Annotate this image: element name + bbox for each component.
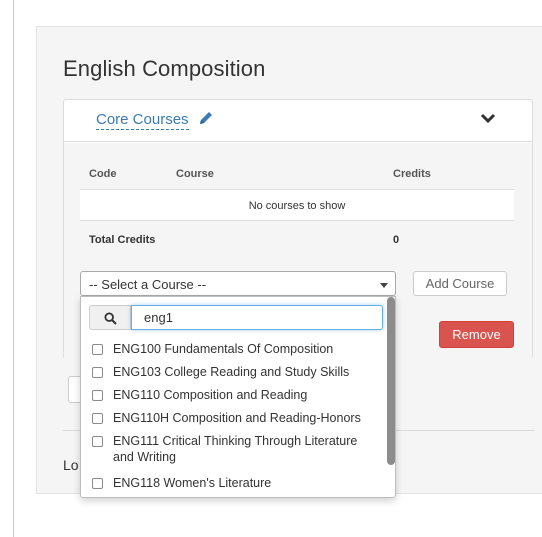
option-label: ENG118 Women's Literature — [113, 476, 272, 490]
option-label: ENG110H Composition and Reading-Honors — [113, 411, 361, 425]
search-icon — [104, 312, 117, 325]
program-title: English Composition — [63, 56, 266, 81]
remove-button[interactable]: Remove — [439, 321, 514, 348]
option-checkbox[interactable] — [92, 478, 103, 489]
course-dropdown: ENG100 Fundamentals Of Composition ENG10… — [80, 296, 396, 498]
section-name-link[interactable]: Core Courses — [96, 111, 189, 130]
column-header-credits: Credits — [393, 168, 431, 180]
option-label: ENG110 Composition and Reading — [113, 388, 308, 402]
total-credits-label: Total Credits — [89, 234, 156, 246]
search-addon — [89, 305, 131, 330]
option-label: ENG100 Fundamentals Of Composition — [113, 342, 334, 356]
total-credits-value: 0 — [393, 234, 400, 246]
option-checkbox[interactable] — [92, 413, 103, 424]
dropdown-scrollbar[interactable] — [387, 297, 395, 465]
empty-message: No courses to show — [248, 200, 346, 212]
search-input[interactable] — [131, 305, 383, 330]
clipped-section-label: Lo — [63, 457, 79, 473]
add-course-button[interactable]: Add Course — [413, 271, 507, 296]
column-header-code: Code — [89, 168, 117, 180]
option-checkbox[interactable] — [92, 367, 103, 378]
column-header-course: Course — [176, 168, 214, 180]
dropdown-search — [89, 305, 383, 330]
course-select-value: -- Select a Course -- — [89, 277, 207, 292]
option-label: ENG111 Critical Thinking Through Literat… — [113, 434, 358, 464]
section-header[interactable]: Core Courses — [64, 100, 532, 142]
option-label: ENG103 College Reading and Study Skills — [113, 365, 350, 379]
option-checkbox[interactable] — [92, 344, 103, 355]
pencil-icon[interactable] — [198, 110, 214, 126]
option-checkbox[interactable] — [92, 436, 103, 447]
option-checkbox[interactable] — [92, 390, 103, 401]
chevron-down-icon[interactable] — [480, 113, 496, 125]
caret-down-icon — [380, 283, 388, 288]
course-select[interactable]: -- Select a Course -- — [80, 271, 396, 296]
table-empty-row: No courses to show — [80, 189, 514, 221]
course-option[interactable]: ENG111 Critical Thinking Through Literat… — [92, 433, 382, 467]
